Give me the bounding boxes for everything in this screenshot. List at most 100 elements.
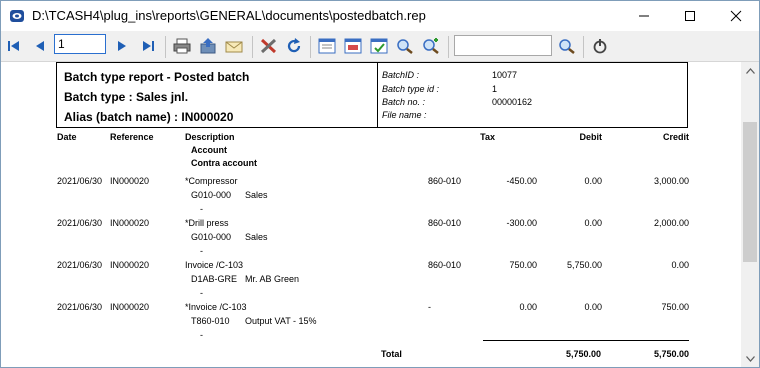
total-rule	[483, 340, 689, 341]
row-tax-code: -	[428, 302, 431, 312]
minimize-icon	[639, 15, 649, 17]
col-credit: Credit	[662, 132, 689, 142]
row-account: G010-000	[191, 232, 232, 242]
power-icon	[593, 39, 607, 54]
export-button[interactable]	[198, 36, 218, 56]
refresh-icon	[287, 38, 301, 53]
title-bar: D:\TCASH4\plug_ins\reports\GENERAL\docum…	[1, 1, 759, 31]
close-icon	[730, 10, 742, 22]
row-credit: 0.00	[671, 260, 689, 270]
previous-page-button[interactable]	[30, 36, 50, 56]
col-contra-account: Contra account	[191, 158, 258, 168]
file-name-label: File name :	[382, 110, 427, 120]
email-icon	[225, 41, 243, 53]
last-page-button[interactable]	[138, 36, 158, 56]
row-account-name: Output VAT - 15%	[245, 316, 317, 326]
page-layout-icon	[318, 38, 336, 54]
row-reference: IN000020	[110, 302, 150, 312]
row-tax: 0.00	[519, 302, 537, 312]
row-tax: -450.00	[506, 176, 537, 186]
col-date: Date	[57, 132, 77, 142]
export-icon	[200, 38, 216, 54]
close-button[interactable]	[713, 1, 759, 31]
row-account: T860-010	[191, 316, 230, 326]
maximize-button[interactable]	[667, 1, 713, 31]
col-description: Description	[185, 132, 235, 142]
page-check-button[interactable]	[369, 36, 389, 56]
row-debit: 0.00	[584, 176, 602, 186]
app-icon	[10, 10, 24, 22]
row-reference: IN000020	[110, 260, 150, 270]
last-page-icon	[143, 41, 154, 51]
row-contra-account: -	[200, 288, 203, 298]
row-tax-code: 860-010	[428, 260, 462, 270]
page-view-button[interactable]	[343, 36, 363, 56]
row-date: 2021/06/30	[57, 260, 103, 270]
exit-button[interactable]	[590, 36, 610, 56]
toolbar-separator	[310, 36, 311, 58]
row-account-name: Mr. AB Green	[245, 274, 300, 284]
row-debit: 5,750.00	[566, 260, 602, 270]
print-button[interactable]	[172, 36, 192, 56]
toolbar-separator	[583, 36, 584, 58]
page-layout-button[interactable]	[317, 36, 337, 56]
chevron-down-icon	[745, 355, 755, 362]
row-reference: IN000020	[110, 218, 150, 228]
row-tax: 750.00	[509, 260, 537, 270]
chevron-up-icon	[745, 67, 755, 74]
next-page-icon	[118, 41, 126, 51]
search-input[interactable]	[454, 35, 552, 56]
batch-no-label: Batch no. :	[382, 97, 426, 107]
toolbar-separator	[252, 36, 253, 58]
printer-icon	[173, 38, 191, 54]
zoom-in-button[interactable]	[421, 36, 441, 56]
email-button[interactable]	[224, 36, 244, 56]
row-tax-code: 860-010	[428, 218, 462, 228]
row-debit: 0.00	[584, 302, 602, 312]
page-number-input[interactable]	[54, 34, 106, 54]
row-reference: IN000020	[110, 176, 150, 186]
row-tax-code: 860-010	[428, 176, 462, 186]
toolbar	[1, 31, 759, 62]
total-label: Total	[381, 349, 402, 359]
batch-type-id-label: Batch type id :	[382, 84, 440, 94]
search-icon	[559, 39, 575, 54]
row-account: G010-000	[191, 190, 232, 200]
row-credit: 750.00	[661, 302, 689, 312]
first-page-button[interactable]	[4, 36, 24, 56]
row-account-name: Sales	[245, 190, 268, 200]
row-account: D1AB-GRE	[191, 274, 238, 284]
scroll-up-button[interactable]	[741, 62, 759, 79]
first-page-icon	[8, 41, 19, 51]
vertical-scrollbar[interactable]	[741, 62, 759, 367]
toolbar-separator	[165, 36, 166, 58]
zoom-button[interactable]	[395, 36, 415, 56]
report-viewer-window: D:\TCASH4\plug_ins\reports\GENERAL\docum…	[0, 0, 760, 368]
search-button[interactable]	[557, 36, 577, 56]
batchid-label: BatchID :	[382, 70, 420, 80]
row-date: 2021/06/30	[57, 302, 103, 312]
header-divider	[377, 63, 378, 127]
toolbar-separator	[448, 36, 449, 58]
row-description: *Compressor	[185, 176, 238, 186]
minimize-button[interactable]	[621, 1, 667, 31]
row-contra-account: -	[200, 330, 203, 340]
tools-button[interactable]	[259, 36, 279, 56]
alias-label: Alias (batch name) : IN000020	[64, 110, 234, 124]
batch-no-value: 00000162	[492, 97, 533, 107]
next-page-button[interactable]	[112, 36, 132, 56]
col-tax: Tax	[480, 132, 495, 142]
col-reference: Reference	[110, 132, 154, 142]
scroll-down-button[interactable]	[741, 350, 759, 367]
scroll-thumb[interactable]	[743, 122, 757, 262]
zoom-in-icon	[423, 38, 439, 54]
page-check-icon	[370, 38, 388, 54]
refresh-button[interactable]	[284, 36, 304, 56]
report-header-box: Batch type report - Posted batch Batch t…	[56, 62, 688, 128]
col-debit: Debit	[579, 132, 603, 142]
row-date: 2021/06/30	[57, 218, 103, 228]
total-credit: 5,750.00	[653, 349, 689, 359]
batchid-value: 10077	[492, 70, 518, 80]
page-view-icon	[344, 38, 362, 54]
row-description: Invoice /C-103	[185, 260, 244, 270]
